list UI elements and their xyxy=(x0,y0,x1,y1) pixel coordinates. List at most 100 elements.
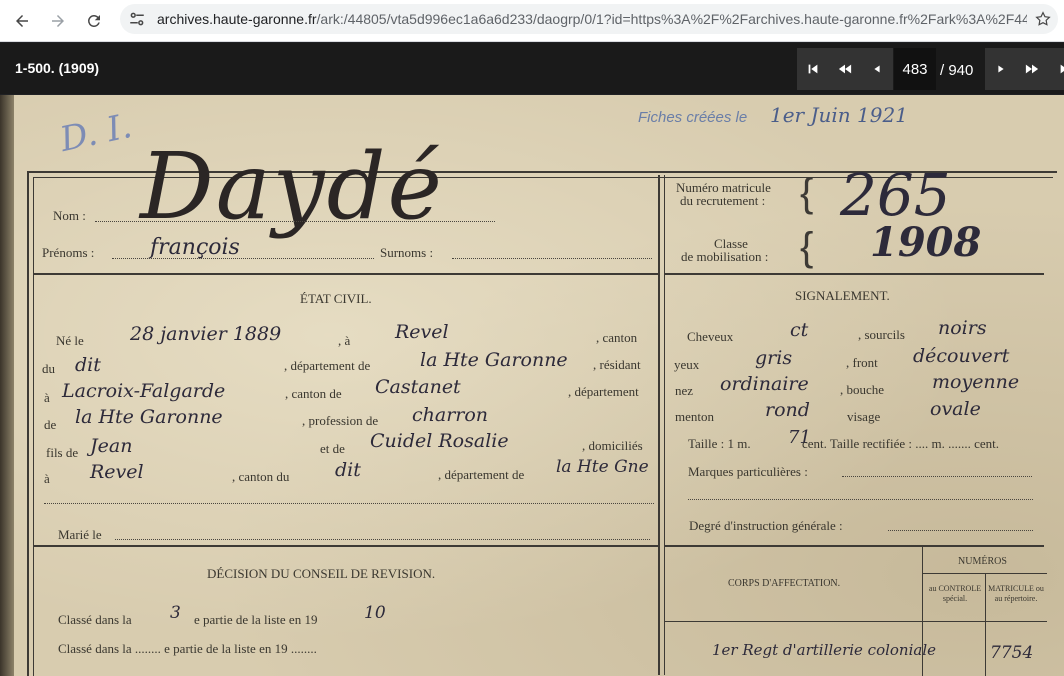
page-number-input[interactable]: 483 xyxy=(894,48,936,90)
decision-heading: DÉCISION DU CONSEIL DE REVISION. xyxy=(207,566,436,581)
du-value: dit xyxy=(75,354,101,376)
classe-label-2: de mobilisation : xyxy=(681,249,769,264)
domicile-value: Revel xyxy=(90,461,144,483)
previous-page-button[interactable] xyxy=(861,48,893,90)
canton-de-label: , canton de xyxy=(285,386,342,401)
first-page-icon xyxy=(808,64,818,74)
fils-label: fils de xyxy=(46,445,79,460)
taille-rectifiee-label: cent. Taille rectifiée : .... m. .......… xyxy=(802,436,1000,451)
residence-value: Lacroix-Falgarde xyxy=(62,380,226,402)
front-value: découvert xyxy=(913,345,1010,367)
last-page-button[interactable] xyxy=(1049,48,1064,90)
departement-de2-label: , département de xyxy=(438,467,525,482)
bouche-value: moyenne xyxy=(932,371,1020,393)
pager-back-group xyxy=(797,48,893,90)
nom-label: Nom : xyxy=(53,208,86,223)
back-button[interactable] xyxy=(7,6,37,36)
form-left-border xyxy=(27,171,29,676)
bookmark-star-icon[interactable] xyxy=(1034,10,1052,28)
reload-button[interactable] xyxy=(79,6,109,36)
prenoms-value: françois xyxy=(150,235,240,260)
matricule-label-2: du recrutement : xyxy=(680,193,766,208)
nez-value: ordinaire xyxy=(720,373,809,395)
classe-value: 1908 xyxy=(870,219,982,266)
menton-label: menton xyxy=(675,409,714,424)
marie-dotline xyxy=(115,539,650,540)
yeux-label: yeux xyxy=(674,357,700,372)
numeros-header-line xyxy=(922,573,1047,574)
marques-dotline xyxy=(842,476,1032,477)
signalement-bottom xyxy=(664,545,1044,547)
page-binding xyxy=(0,95,14,676)
url-host: archives.haute-garonne.fr xyxy=(157,11,317,27)
classe-dans-1-value: 3 xyxy=(170,603,181,623)
profession-label: , profession de xyxy=(302,413,379,428)
fast-forward-button[interactable] xyxy=(1016,48,1048,90)
classe-dans-2-label: Classé dans la ........ e partie de la l… xyxy=(58,641,317,656)
signalement-heading: SIGNALEMENT. xyxy=(795,288,890,303)
marques-label: Marques particulières : xyxy=(688,464,808,479)
matricule-repertoire-heading: MATRICULE ou au répertoire. xyxy=(988,584,1044,603)
next-page-button[interactable] xyxy=(985,48,1017,90)
departement2-value: la Hte Garonne xyxy=(75,406,223,428)
classe-dans-1-label: Classé dans la xyxy=(58,612,132,627)
a-label: , à xyxy=(338,333,351,348)
classe-dans-1-year: 10 xyxy=(364,603,386,623)
first-page-button[interactable] xyxy=(797,48,829,90)
canton-label: , canton xyxy=(596,330,638,345)
sourcils-label: , sourcils xyxy=(858,327,905,342)
departement-label: , département xyxy=(568,384,639,399)
surnoms-label: Surnoms : xyxy=(380,245,434,260)
next-page-icon xyxy=(998,65,1004,73)
matricule-brace: { xyxy=(800,171,814,215)
browser-toolbar: archives.haute-garonne.fr/ark:/44805/vta… xyxy=(0,0,1064,42)
departement-de-label: , département de xyxy=(284,358,371,373)
arrow-left-icon xyxy=(16,15,28,27)
site-settings-icon[interactable] xyxy=(128,10,146,28)
form-divider-inner xyxy=(664,175,665,675)
mere-value: Cuidel Rosalie xyxy=(370,430,509,452)
reload-icon xyxy=(88,14,100,27)
visage-value: ovale xyxy=(930,398,981,420)
yeux-value: gris xyxy=(755,347,793,369)
classe-dans-1-suffix: e partie de la liste en 19 xyxy=(194,612,318,627)
arrow-right-icon xyxy=(52,15,64,27)
rewind-button[interactable] xyxy=(829,48,861,90)
a-value: Revel xyxy=(395,321,449,343)
etat-civil-heading: ÉTAT CIVIL. xyxy=(300,291,372,306)
de-label: de xyxy=(44,417,57,432)
forward-button[interactable] xyxy=(43,6,73,36)
et-label: et de xyxy=(320,441,345,456)
departement-value: la Hte Garonne xyxy=(420,349,568,371)
ne-le-label: Né le xyxy=(56,333,84,348)
url-text[interactable]: archives.haute-garonne.fr/ark:/44805/vta… xyxy=(157,11,1027,27)
a2-label: à xyxy=(44,390,50,405)
corps-affectation-heading: CORPS D'AFFECTATION. xyxy=(728,578,841,589)
previous-page-icon xyxy=(874,65,880,73)
address-bar[interactable]: archives.haute-garonne.fr/ark:/44805/vta… xyxy=(120,4,1058,34)
canton-du-value: dit xyxy=(335,459,361,481)
affectation-number: 7754 xyxy=(990,643,1034,663)
numeros-heading: NUMÉROS xyxy=(958,556,1007,567)
taille-label: Taille : 1 m. xyxy=(688,436,751,451)
pager-forward-group xyxy=(985,48,1064,90)
form-left-inner-border xyxy=(33,177,34,676)
fiches-date: 1er Juin 1921 xyxy=(770,103,908,127)
cheveux-label: Cheveux xyxy=(687,329,734,344)
document-viewport[interactable]: Fiches créées le 1er Juin 1921 D. I. Nom… xyxy=(0,95,1064,676)
menton-value: rond xyxy=(765,399,810,421)
affectation-header-line xyxy=(664,621,1047,622)
degre-dotline xyxy=(888,530,1033,531)
etat-civil-blank-line xyxy=(44,503,654,504)
marques-dotline-2 xyxy=(688,499,1033,500)
numeros-col-divider xyxy=(985,573,986,676)
residant-label: , résidant xyxy=(593,357,641,372)
affectation-value: 1er Regt d'artillerie coloniale xyxy=(712,641,937,659)
au-controle-heading: au CONTROLE spécial. xyxy=(928,584,982,603)
pere-value: Jean xyxy=(90,435,133,457)
url-path: /ark:/44805/vta5d996ec1a6a6d233/daogrp/0… xyxy=(316,11,1027,27)
degre-label: Degré d'instruction générale : xyxy=(689,518,843,533)
departement3-value: la Hte Gne xyxy=(556,457,649,477)
du-label: du xyxy=(42,361,55,376)
canton-de-value: Castanet xyxy=(375,376,461,398)
